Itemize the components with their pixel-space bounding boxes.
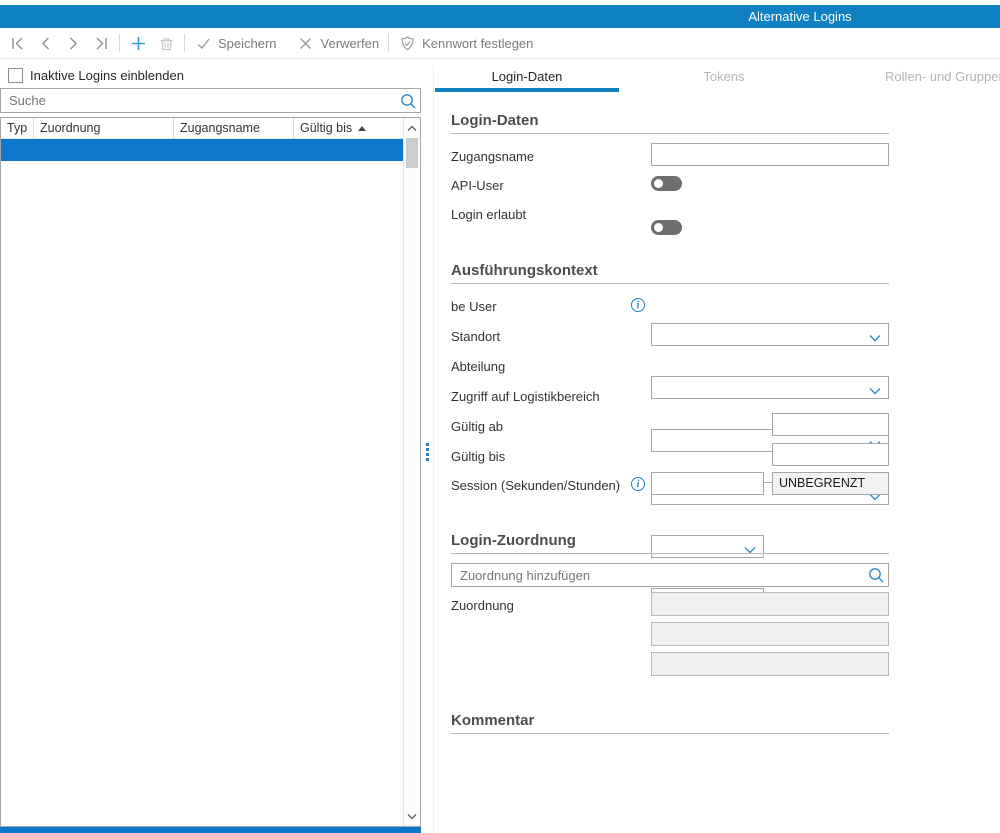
section-rule (451, 733, 889, 734)
be-user-select[interactable] (651, 323, 889, 346)
api-user-toggle[interactable] (651, 176, 682, 191)
column-header-typ[interactable]: Typ (1, 118, 34, 138)
zugangsname-input[interactable] (652, 144, 888, 165)
search-icon[interactable] (864, 566, 888, 584)
zuordnung-label: Zuordnung (451, 598, 514, 613)
gueltig-ab-field (772, 413, 889, 436)
logins-table-header: Typ Zuordnung Zugangsname Gültig bis (1, 118, 403, 139)
nav-last-button[interactable] (92, 34, 110, 52)
gueltig-bis-field (772, 443, 889, 466)
show-inactive-checkbox-row: Inaktive Logins einblenden (8, 68, 184, 83)
active-tab-indicator (435, 88, 619, 92)
table-row[interactable] (1, 139, 403, 161)
zugangsname-field (651, 143, 889, 166)
delete-button[interactable] (157, 34, 175, 52)
session-field (651, 472, 764, 495)
nav-next-button[interactable] (64, 34, 82, 52)
abteilung-label: Abteilung (451, 359, 505, 374)
set-password-button-label: Kennwort festlegen (422, 36, 533, 51)
login-form: Login-Daten Zugangsname API-User Login e… (451, 94, 889, 347)
table-scrollbar[interactable] (403, 118, 420, 826)
save-button[interactable]: Speichern (194, 34, 277, 52)
api-user-label: API-User (451, 178, 504, 193)
zuordnung-search-box (451, 563, 889, 587)
zugriff-logistikbereich-label: Zugriff auf Logistikbereich (451, 389, 600, 404)
nav-previous-button[interactable] (36, 34, 54, 52)
session-label: Session (Sekunden/Stunden) (451, 478, 620, 493)
chevron-down-icon (869, 383, 881, 398)
search-icon[interactable] (396, 92, 420, 110)
zuordnung-field-2 (651, 622, 889, 646)
column-header-gueltig-bis-label: Gültig bis (300, 118, 352, 138)
tab-tokens[interactable]: Tokens (669, 66, 779, 88)
discard-button[interactable]: Verwerfen (297, 34, 380, 52)
gueltig-ab-label: Gültig ab (451, 419, 503, 434)
section-heading-kommentar: Kommentar (451, 712, 889, 729)
splitter-grip-icon (426, 443, 429, 461)
set-password-button[interactable]: Kennwort festlegen (398, 34, 533, 52)
session-info-icon[interactable]: i (631, 477, 645, 491)
show-inactive-label: Inaktive Logins einblenden (30, 68, 184, 83)
login-erlaubt-toggle[interactable] (651, 220, 682, 235)
login-search-input[interactable] (1, 89, 396, 112)
shield-check-icon (398, 34, 416, 52)
window-titlebar: Alternative Logins (0, 5, 1000, 28)
be-user-info-icon[interactable]: i (631, 298, 645, 312)
sort-ascending-icon (358, 126, 366, 131)
tab-login-daten[interactable]: Login-Daten (435, 66, 619, 88)
standort-select[interactable] (651, 376, 889, 399)
page-title: Alternative Logins (748, 5, 851, 28)
login-erlaubt-label: Login erlaubt (451, 207, 526, 222)
discard-button-label: Verwerfen (321, 36, 380, 51)
chevron-down-icon (869, 330, 881, 345)
scroll-up-icon[interactable] (404, 120, 420, 136)
logins-table: Typ Zuordnung Zugangsname Gültig bis (0, 117, 421, 827)
session-input[interactable] (652, 473, 763, 494)
column-header-zugangsname[interactable]: Zugangsname (174, 118, 294, 138)
panel-splitter[interactable] (423, 60, 432, 833)
scrollbar-thumb[interactable] (406, 138, 418, 168)
gueltig-bis-label: Gültig bis (451, 449, 505, 464)
zugangsname-label: Zugangsname (451, 149, 534, 164)
gueltig-ab-input[interactable] (773, 414, 888, 435)
section-rule (451, 553, 889, 554)
gueltig-bis-input[interactable] (773, 444, 888, 465)
show-inactive-checkbox[interactable] (8, 68, 23, 83)
zuordnung-field-1 (651, 592, 889, 616)
section-heading-ausfuehrungskontext: Ausführungskontext (451, 262, 889, 279)
section-rule (451, 133, 889, 134)
detail-panel: Login-Daten Tokens Rollen- und Gruppenzu… (433, 66, 1000, 833)
tab-rollen-gruppen[interactable]: Rollen- und Gruppenzuordn... (885, 66, 1000, 88)
session-mode-field: UNBEGRENZT (772, 472, 889, 495)
check-icon (194, 34, 212, 52)
save-button-label: Speichern (218, 36, 277, 51)
add-button[interactable] (129, 34, 147, 52)
alternative-logins-window: Alternative Logins Speic (0, 0, 1000, 833)
nav-first-button[interactable] (8, 34, 26, 52)
zuordnung-field-3 (651, 652, 889, 676)
selection-strip (0, 827, 421, 833)
section-heading-login-zuordnung: Login-Zuordnung (451, 532, 889, 549)
be-user-label: be User (451, 299, 497, 314)
section-heading-login-daten: Login-Daten (451, 112, 889, 129)
zuordnung-search-input[interactable] (452, 564, 864, 586)
x-icon (297, 34, 315, 52)
standort-label: Standort (451, 329, 500, 344)
column-header-gueltig-bis[interactable]: Gültig bis (294, 118, 403, 138)
toolbar: Speichern Verwerfen Kennwort festlegen (0, 28, 1000, 59)
tabstrip: Login-Daten Tokens Rollen- und Gruppenzu… (434, 66, 1000, 94)
column-header-zuordnung[interactable]: Zuordnung (34, 118, 174, 138)
login-search-box (0, 88, 421, 113)
section-rule (451, 283, 889, 284)
scroll-down-icon[interactable] (404, 808, 420, 824)
